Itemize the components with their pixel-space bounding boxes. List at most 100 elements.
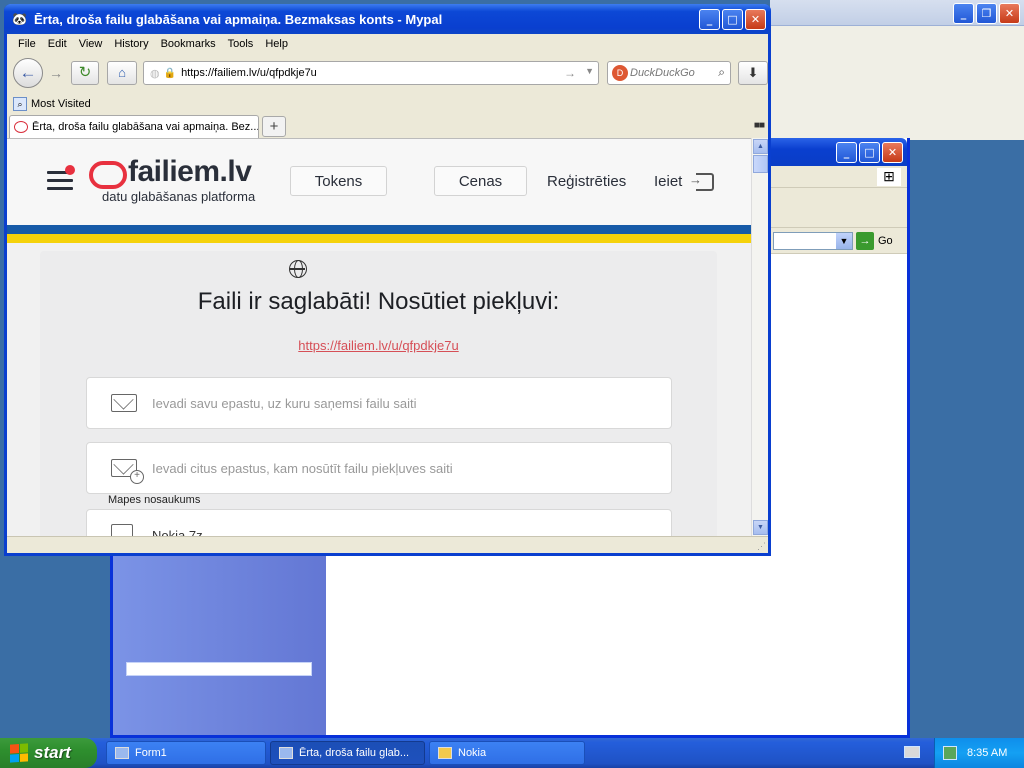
- search-box[interactable]: D DuckDuckGo ⌕: [607, 61, 731, 85]
- system-tray: 8:35 AM: [934, 738, 1024, 768]
- menu-bar: File Edit View History Bookmarks Tools H…: [7, 34, 768, 54]
- task-pane-box: [126, 662, 312, 676]
- reload-button[interactable]: ↻: [71, 61, 99, 85]
- mypal-icon: [279, 747, 293, 759]
- tab-title: Ērta, droša failu glabāšana vai apmaiņa.…: [32, 121, 259, 133]
- others-email-field[interactable]: Ievadi citus epastus, kam nosūtīt failu …: [86, 442, 672, 494]
- tab-active[interactable]: Ērta, droša failu glabāšana vai apmaiņa.…: [9, 115, 259, 138]
- network-icon[interactable]: [943, 746, 957, 760]
- menu-view[interactable]: View: [74, 38, 108, 50]
- tab-list-icon[interactable]: ■■: [754, 120, 765, 131]
- scroll-up-icon[interactable]: ▲: [753, 139, 768, 154]
- go-arrow-icon: →: [856, 232, 874, 250]
- menu-edit[interactable]: Edit: [43, 38, 72, 50]
- share-card: Faili ir saglabāti! Nosūtiet piekļuvi: h…: [40, 251, 717, 536]
- taskbar-item-mypal[interactable]: Ērta, droša failu glab...: [270, 741, 425, 765]
- window-title: Ērta, droša failu glabāšana vai apmaiņa.…: [34, 11, 443, 27]
- share-link[interactable]: https://failiem.lv/u/qfpdkje7u: [40, 338, 717, 353]
- prices-button[interactable]: Cenas: [434, 166, 527, 196]
- own-email-placeholder: Ievadi savu epastu, uz kuru saņemsi fail…: [152, 396, 417, 411]
- maximize-button[interactable]: □: [722, 9, 743, 30]
- url-dropdown-icon[interactable]: ▼: [585, 66, 594, 76]
- search-placeholder: DuckDuckGo: [630, 67, 695, 79]
- dropdown-arrow-icon: ▼: [836, 233, 852, 249]
- new-tab-button[interactable]: +: [262, 116, 286, 137]
- most-visited-icon: ⌕: [13, 97, 27, 111]
- menu-bookmarks[interactable]: Bookmarks: [156, 38, 221, 50]
- scroll-down-icon[interactable]: ▼: [753, 520, 768, 535]
- folder-name-field[interactable]: Nokia 7z: [86, 509, 672, 536]
- site-logo[interactable]: failiem.lv: [128, 155, 252, 189]
- close-button[interactable]: ✕: [745, 9, 766, 30]
- folder-icon: [438, 747, 452, 759]
- page-title: Faili ir saglabāti! Nosūtiet piekļuvi:: [197, 288, 560, 315]
- minimize-button[interactable]: _: [699, 9, 720, 30]
- url-bar[interactable]: ◍ 🔒 https://failiem.lv/u/qfpdkje7u → ▼: [143, 61, 599, 85]
- envelope-icon: [111, 394, 137, 412]
- navigation-toolbar: ← → ↻ ⌂ ◍ 🔒 https://failiem.lv/u/qfpdkje…: [7, 55, 768, 93]
- register-link[interactable]: Reģistrēties: [547, 173, 626, 190]
- background-window-body: [770, 26, 1024, 140]
- taskbar-item-form1[interactable]: Form1: [106, 741, 266, 765]
- bg-minimize-button[interactable]: _: [953, 3, 974, 24]
- bookmarks-toolbar: ⌕ Most Visited: [7, 94, 768, 114]
- background-window-titlebar: _ ❐ ✕: [770, 0, 1024, 26]
- start-label: start: [34, 743, 71, 762]
- folder-name-value: Nokia 7z: [152, 528, 203, 536]
- duckduckgo-icon[interactable]: D: [612, 65, 628, 81]
- globe-icon: ◍: [150, 67, 160, 80]
- keyboard-icon[interactable]: [904, 746, 920, 758]
- site-header: failiem.lv datu glabāšanas platforma Tok…: [7, 139, 751, 225]
- go-arrow-icon[interactable]: →: [564, 66, 576, 80]
- tokens-button[interactable]: Tokens: [290, 166, 387, 196]
- search-icon[interactable]: ⌕: [718, 65, 725, 80]
- bg-close-button[interactable]: ✕: [999, 3, 1020, 24]
- downloads-button[interactable]: ⬇: [738, 61, 768, 85]
- menu-history[interactable]: History: [109, 38, 153, 50]
- form-window-icon: [115, 747, 129, 759]
- menu-file[interactable]: File: [13, 38, 41, 50]
- hamburger-menu-icon[interactable]: [47, 165, 75, 195]
- browser-window: 🐼 Ērta, droša failu glabāšana vai apmaiņ…: [4, 4, 771, 556]
- start-button[interactable]: start: [0, 738, 97, 768]
- explorer-close-button[interactable]: ✕: [882, 142, 903, 163]
- back-button[interactable]: ←: [13, 58, 43, 88]
- url-text: https://failiem.lv/u/qfpdkje7u: [181, 67, 317, 79]
- go-button[interactable]: → Go: [856, 232, 893, 250]
- bookmark-most-visited[interactable]: Most Visited: [31, 98, 91, 110]
- explorer-minimize-button[interactable]: _: [836, 142, 857, 163]
- taskbar-item-label: Ērta, droša failu glab...: [299, 747, 410, 759]
- status-bar: ⋰: [7, 536, 768, 553]
- lock-icon: 🔒: [163, 67, 177, 79]
- address-dropdown[interactable]: ▼: [773, 232, 853, 250]
- browser-titlebar: 🐼 Ērta, droša failu glabāšana vai apmaiņ…: [4, 4, 771, 34]
- home-button[interactable]: ⌂: [107, 61, 137, 85]
- flag-stripe-blue: [7, 225, 751, 234]
- explorer-maximize-button[interactable]: □: [859, 142, 880, 163]
- taskbar-item-nokia[interactable]: Nokia: [429, 741, 585, 765]
- mypal-app-icon: 🐼: [12, 12, 27, 26]
- menu-help[interactable]: Help: [260, 38, 293, 50]
- vertical-scrollbar[interactable]: ▲ ▼: [751, 138, 768, 536]
- site-favicon-icon: [14, 121, 28, 133]
- clock[interactable]: 8:35 AM: [967, 747, 1007, 759]
- envelope-add-icon: [111, 459, 144, 484]
- windows-logo-icon: ⊞: [877, 168, 901, 186]
- scroll-thumb[interactable]: [753, 155, 768, 173]
- taskbar-item-label: Nokia: [458, 747, 487, 759]
- bg-maximize-button[interactable]: ❐: [976, 3, 997, 24]
- folder-icon: [111, 524, 133, 536]
- tab-strip: Ērta, droša failu glabāšana vai apmaiņa.…: [7, 115, 768, 138]
- folder-name-label: Mapes nosaukums: [108, 494, 201, 506]
- others-email-placeholder: Ievadi citus epastus, kam nosūtīt failu …: [152, 461, 453, 476]
- login-icon[interactable]: [689, 172, 714, 191]
- login-link[interactable]: Ieiet: [654, 173, 682, 190]
- language-globe-icon[interactable]: [289, 260, 307, 278]
- taskbar: start Form1 Ērta, droša failu glab... No…: [0, 738, 1024, 768]
- menu-tools[interactable]: Tools: [223, 38, 259, 50]
- own-email-field[interactable]: Ievadi savu epastu, uz kuru saņemsi fail…: [86, 377, 672, 429]
- page-content: failiem.lv datu glabāšanas platforma Tok…: [7, 138, 751, 536]
- windows-flag-icon: [10, 743, 28, 763]
- forward-button[interactable]: →: [45, 63, 67, 83]
- resize-grip-icon[interactable]: ⋰: [757, 541, 766, 552]
